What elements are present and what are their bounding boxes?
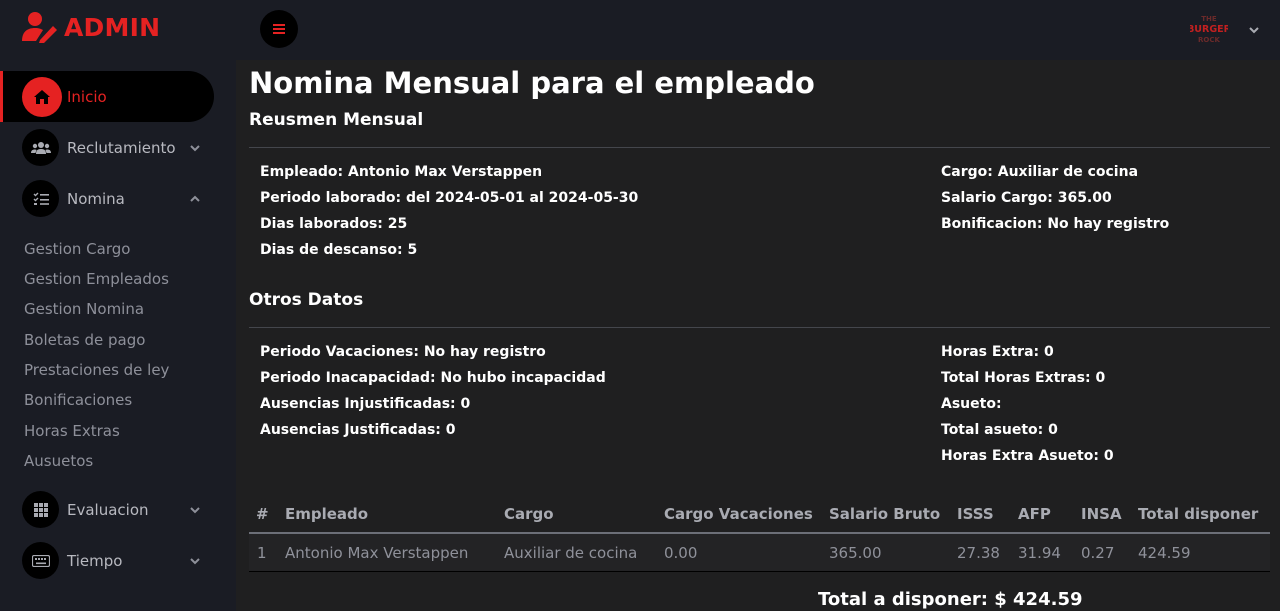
brand-name: ADMIN <box>64 12 161 42</box>
table-header-employee: Empleado <box>285 505 369 523</box>
user-edit-icon <box>22 12 57 43</box>
summary-days-worked: Dias laborados: 25 <box>260 216 408 232</box>
menu-toggle-button[interactable] <box>260 10 298 48</box>
topbar: THE BURGER ROCK <box>236 0 1280 60</box>
other-holiday-overtime: Horas Extra Asueto: 0 <box>941 448 1114 464</box>
sidebar-item-inicio[interactable]: Inicio <box>0 71 214 122</box>
sidebar-item-label: Nomina <box>67 189 125 208</box>
summary-period: Periodo laborado: del 2024-05-01 al 2024… <box>260 190 639 206</box>
summary-rest-days: Dias de descanso: 5 <box>260 242 418 258</box>
sidebar-item-label: Inicio <box>67 87 107 106</box>
table-header-vacation: Cargo Vacaciones <box>664 505 813 523</box>
sidebar: ADMIN Inicio Reclutamiento Nomina Gestio… <box>0 0 236 611</box>
table-header-isss: ISSS <box>957 505 994 523</box>
hamburger-icon <box>273 24 285 34</box>
table-cell-vacation: 0.00 <box>664 544 698 562</box>
sidebar-subitem-ausuetos[interactable]: Ausuetos <box>24 452 93 470</box>
table-header-position: Cargo <box>504 505 554 523</box>
summary-employee: Empleado: Antonio Max Verstappen <box>260 164 543 180</box>
table-header-divider <box>249 532 1270 534</box>
other-incapacity: Periodo Inacapacidad: No hubo incapacida… <box>260 370 606 386</box>
svg-text:BURGER: BURGER <box>1190 24 1228 35</box>
sidebar-subitem-bonificaciones[interactable]: Bonificaciones <box>24 391 132 409</box>
sidebar-item-label: Evaluacion <box>67 500 149 519</box>
burger-rock-logo[interactable]: THE BURGER ROCK <box>1190 12 1228 46</box>
chevron-up-icon <box>190 195 200 202</box>
sidebar-item-tiempo[interactable]: Tiempo <box>0 535 236 586</box>
other-data-divider <box>249 327 1270 328</box>
other-unjustified-absences: Ausencias Injustificadas: 0 <box>260 396 471 412</box>
table-cell-gross-salary: 365.00 <box>829 544 882 562</box>
summary-bonus: Bonificacion: No hay registro <box>941 216 1170 232</box>
app: ADMIN Inicio Reclutamiento Nomina Gestio… <box>0 0 1280 611</box>
other-data-title: Otros Datos <box>249 290 364 310</box>
table-cell-index: 1 <box>257 544 267 562</box>
chevron-down-icon <box>190 144 200 151</box>
grid-icon <box>22 491 59 528</box>
table-cell-position: Auxiliar de cocina <box>504 544 638 562</box>
other-total-holiday: Total asueto: 0 <box>941 422 1058 438</box>
summary-position: Cargo: Auxiliar de cocina <box>941 164 1139 180</box>
sidebar-item-label: Tiempo <box>67 551 123 570</box>
total-to-disburse: Total a disponer: $ 424.59 <box>818 589 1083 610</box>
user-menu-chevron-icon[interactable] <box>1248 24 1260 36</box>
svg-text:ROCK: ROCK <box>1198 36 1220 44</box>
other-total-overtime: Total Horas Extras: 0 <box>941 370 1106 386</box>
other-vacation: Periodo Vacaciones: No hay registro <box>260 344 546 360</box>
sidebar-subitem-gestion-nomina[interactable]: Gestion Nomina <box>24 300 144 318</box>
table-footer-divider <box>249 571 1270 572</box>
sidebar-item-nomina[interactable]: Nomina <box>0 173 236 224</box>
table-cell-total: 424.59 <box>1138 544 1191 562</box>
other-justified-absences: Ausencias Justificadas: 0 <box>260 422 456 438</box>
main-content: Nomina Mensual para el empleado Reusmen … <box>236 60 1280 611</box>
brand[interactable]: ADMIN <box>22 10 160 44</box>
svg-text:THE: THE <box>1201 15 1217 23</box>
sidebar-item-reclutamiento[interactable]: Reclutamiento <box>0 122 236 173</box>
table-header-gross-salary: Salario Bruto <box>829 505 941 523</box>
sidebar-subitem-boletas-de-pago[interactable]: Boletas de pago <box>24 331 145 349</box>
users-icon <box>22 129 59 166</box>
sidebar-subitem-gestion-cargo[interactable]: Gestion Cargo <box>24 240 130 258</box>
home-icon <box>22 76 62 117</box>
keyboard-icon <box>22 542 59 579</box>
table-cell-afp: 31.94 <box>1018 544 1061 562</box>
sidebar-subitem-prestaciones-de-ley[interactable]: Prestaciones de ley <box>24 361 169 379</box>
table-header-total: Total disponer <box>1138 505 1259 523</box>
summary-divider <box>249 147 1270 148</box>
table-header-insa: INSA <box>1081 505 1122 523</box>
summary-salary: Salario Cargo: 365.00 <box>941 190 1112 206</box>
sidebar-item-evaluacion[interactable]: Evaluacion <box>0 484 236 535</box>
chevron-down-icon <box>190 506 200 513</box>
summary-title: Reusmen Mensual <box>249 110 424 130</box>
chevron-down-icon <box>190 557 200 564</box>
sidebar-subitem-gestion-empleados[interactable]: Gestion Empleados <box>24 270 169 288</box>
sidebar-subitem-horas-extras[interactable]: Horas Extras <box>24 422 120 440</box>
table-header-index: # <box>256 505 269 523</box>
table-cell-employee: Antonio Max Verstappen <box>285 544 469 562</box>
other-overtime: Horas Extra: 0 <box>941 344 1054 360</box>
table-cell-insa: 0.27 <box>1081 544 1115 562</box>
tasks-icon <box>22 180 59 217</box>
table-header-afp: AFP <box>1018 505 1051 523</box>
page-title: Nomina Mensual para el empleado <box>249 66 815 100</box>
other-holiday: Asueto: <box>941 396 1002 412</box>
sidebar-item-label: Reclutamiento <box>67 138 176 157</box>
table-cell-isss: 27.38 <box>957 544 1000 562</box>
